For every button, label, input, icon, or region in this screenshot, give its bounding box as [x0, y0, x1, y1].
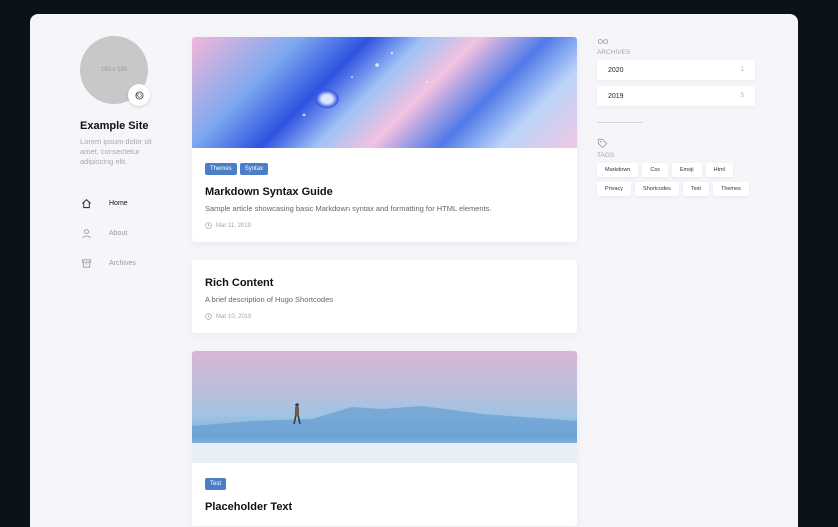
- user-icon: [80, 227, 92, 239]
- tag-cloud-item[interactable]: Css: [642, 163, 668, 177]
- menu-item-about[interactable]: About: [80, 218, 180, 248]
- post-title[interactable]: Rich Content: [205, 277, 564, 289]
- tag-cloud-item[interactable]: Shortcodes: [635, 182, 679, 196]
- menu-item-label: About: [109, 229, 128, 237]
- clock-icon: [205, 313, 212, 320]
- post-tag[interactable]: Themes: [205, 163, 237, 175]
- post-cover-image[interactable]: [192, 351, 577, 463]
- home-icon: [80, 197, 92, 209]
- infinity-icon: [597, 39, 609, 44]
- archive-count: 1: [740, 67, 744, 73]
- post-date-text: Mar 10, 2019: [216, 313, 252, 320]
- clock-icon: [205, 222, 212, 229]
- tag-cloud-item[interactable]: Markdown: [597, 163, 639, 177]
- archive-year: 2020: [608, 66, 624, 74]
- tag-cloud: Markdown Css Emoji Html Privacy Shortcod…: [597, 163, 757, 196]
- post-title[interactable]: Markdown Syntax Guide: [205, 186, 564, 198]
- post-tags: Themes Syntax: [205, 163, 564, 175]
- archive-icon: [80, 257, 92, 269]
- widget-divider: [597, 122, 643, 123]
- swirl-icon: [134, 90, 144, 100]
- tag-cloud-item[interactable]: Text: [682, 182, 709, 196]
- post-date: Mar 10, 2019: [205, 313, 564, 320]
- archives-widget-header: ARCHIVES: [597, 38, 757, 56]
- post-date-text: Mar 11, 2019: [216, 222, 251, 229]
- archive-year: 2019: [608, 92, 624, 100]
- avatar-container: 150 x 150: [80, 36, 150, 106]
- archive-count: 5: [740, 93, 744, 99]
- right-widgets: ARCHIVES 2020 1 2019 5 TAGS Markdown Css…: [597, 38, 757, 196]
- menu-item-home[interactable]: Home: [80, 188, 180, 218]
- archive-year-item[interactable]: 2020 1: [597, 60, 755, 80]
- tag-cloud-item[interactable]: Themes: [712, 182, 749, 196]
- post-card-body: Rich Content A brief description of Hugo…: [192, 260, 577, 333]
- post-description: A brief description of Hugo Shortcodes: [205, 295, 333, 304]
- browser-viewport: 150 x 150 Example Site Lorem ipsum dolor…: [30, 14, 798, 527]
- tag-cloud-item[interactable]: Privacy: [597, 182, 632, 196]
- menu-item-archives[interactable]: Archives: [80, 248, 180, 278]
- site-description: Lorem ipsum dolor sit amet, consectetur …: [80, 137, 152, 166]
- menu-item-label: Home: [109, 199, 128, 207]
- tags-label: TAGS: [597, 152, 615, 159]
- archives-label: ARCHIVES: [597, 49, 631, 56]
- post-tag[interactable]: Syntax: [239, 163, 269, 175]
- post-card[interactable]: Rich Content A brief description of Hugo…: [192, 260, 577, 333]
- post-tag[interactable]: Test: [205, 478, 227, 490]
- post-description: Sample article showcasing basic Markdown…: [205, 204, 492, 213]
- emoji-badge: [128, 84, 150, 106]
- post-card[interactable]: Test Placeholder Text: [192, 351, 577, 526]
- post-cover-image[interactable]: [192, 37, 577, 148]
- post-tags: Test: [205, 478, 564, 490]
- tag-cloud-item[interactable]: Html: [705, 163, 733, 177]
- main-menu: Home About Archives: [80, 188, 180, 278]
- post-list: Themes Syntax Markdown Syntax Guide Samp…: [192, 37, 577, 527]
- post-date: Mar 11, 2019: [205, 222, 564, 229]
- post-title[interactable]: Placeholder Text: [205, 501, 564, 513]
- post-card[interactable]: Themes Syntax Markdown Syntax Guide Samp…: [192, 37, 577, 242]
- site-title[interactable]: Example Site: [80, 120, 180, 132]
- menu-item-label: Archives: [109, 259, 136, 267]
- tags-widget-header: TAGS: [597, 138, 757, 159]
- post-card-body: Themes Syntax Markdown Syntax Guide Samp…: [192, 148, 577, 242]
- archive-year-item[interactable]: 2019 5: [597, 86, 755, 106]
- tag-cloud-item[interactable]: Emoji: [671, 163, 702, 177]
- post-card-body: Test Placeholder Text: [192, 463, 577, 526]
- left-sidebar: 150 x 150 Example Site Lorem ipsum dolor…: [80, 36, 180, 278]
- tag-icon: [597, 138, 608, 149]
